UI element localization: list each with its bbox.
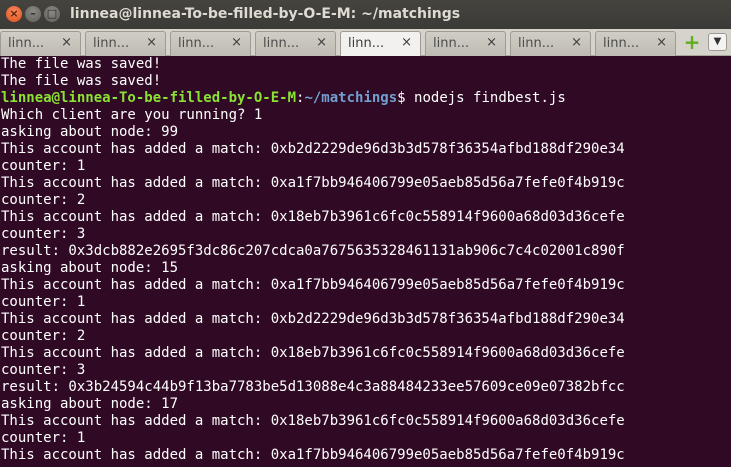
terminal-line: This account has added a match: 0xa1f7bb… xyxy=(1,277,625,293)
maximize-window-button[interactable]: □ xyxy=(44,6,60,22)
tab-label: linn... xyxy=(433,36,470,51)
tab-label: linn... xyxy=(178,36,215,51)
close-window-button[interactable]: × xyxy=(6,6,22,22)
tab-menu-button[interactable]: ▼ xyxy=(708,33,727,51)
terminal-line: counter: 1 xyxy=(1,430,86,446)
terminal-line: This account has added a match: 0xa1f7bb… xyxy=(1,447,625,463)
minimize-window-button[interactable]: – xyxy=(25,6,41,22)
window-title: linnea@linnea-To-be-filled-by-O-E-M: ~/m… xyxy=(70,6,461,22)
tab-close-icon[interactable]: × xyxy=(486,35,497,50)
tab-6[interactable]: linn... × xyxy=(425,31,506,56)
terminal-line: The file was saved! xyxy=(1,73,162,89)
terminal-command: nodejs findbest.js xyxy=(414,90,566,106)
tab-close-icon[interactable]: × xyxy=(316,35,327,50)
prompt-path: ~/matchings xyxy=(304,90,398,106)
tab-7[interactable]: linn... × xyxy=(510,31,591,56)
tab-4[interactable]: linn... × xyxy=(255,31,336,56)
tab-8[interactable]: linn... × xyxy=(595,31,676,56)
chevron-down-icon: ▼ xyxy=(713,36,722,47)
terminal-line: counter: 2 xyxy=(1,192,86,208)
tab-label: linn... xyxy=(8,36,45,51)
tab-label: linn... xyxy=(518,36,555,51)
tab-close-icon[interactable]: × xyxy=(231,35,242,50)
tab-close-icon[interactable]: × xyxy=(146,35,157,50)
terminal-line: counter: 2 xyxy=(1,328,86,344)
tab-5-active[interactable]: linn... × xyxy=(340,31,421,56)
terminal-line: This account has added a match: 0x18eb7b… xyxy=(1,413,625,429)
terminal-line: This account has added a match: 0xb2d222… xyxy=(1,141,625,157)
minimize-icon: – xyxy=(30,7,36,20)
tab-2[interactable]: linn... × xyxy=(85,31,166,56)
terminal-line: result: 0x3dcb882e2695f3dc86c207cdca0a76… xyxy=(1,243,625,259)
tab-1[interactable]: linn... × xyxy=(0,31,81,56)
prompt-symbol: $ xyxy=(397,90,415,106)
terminal-line: counter: 1 xyxy=(1,294,86,310)
prompt-user: linnea@linnea-To-be-filled-by-O-E-M xyxy=(1,90,297,106)
tab-close-icon[interactable]: × xyxy=(61,35,72,50)
tab-label: linn... xyxy=(348,36,385,51)
tab-bar: linn... × linn... × linn... × linn... × … xyxy=(0,29,731,56)
terminal-prompt-line: linnea@linnea-To-be-filled-by-O-E-M:~/ma… xyxy=(0,90,731,107)
terminal-line: This account has added a match: 0xb2d222… xyxy=(1,311,625,327)
tab-close-icon[interactable]: × xyxy=(401,35,412,50)
close-icon: × xyxy=(9,7,19,20)
tab-label: linn... xyxy=(263,36,300,51)
terminal-line: The file was saved! xyxy=(1,56,162,72)
terminal-line: counter: 3 xyxy=(1,362,86,378)
terminal-line: This account has added a match: 0x18eb7b… xyxy=(1,345,625,361)
terminal-line: asking about node: 17 xyxy=(1,396,179,412)
tab-close-icon[interactable]: × xyxy=(571,35,582,50)
tab-label: linn... xyxy=(93,36,130,51)
terminal-line: This account has added a match: 0xa1f7bb… xyxy=(1,175,625,191)
window-titlebar[interactable]: × – □ linnea@linnea-To-be-filled-by-O-E-… xyxy=(0,0,731,29)
terminal-line: asking about node: 99 xyxy=(1,124,179,140)
tab-close-icon[interactable]: × xyxy=(656,35,667,50)
terminal-line: counter: 1 xyxy=(1,158,86,174)
terminal-output[interactable]: The file was saved! The file was saved! … xyxy=(0,56,731,467)
terminal-line: result: 0x3b24594c44b9f13ba7783be5d13088… xyxy=(1,379,625,395)
maximize-icon: □ xyxy=(46,7,58,20)
terminal-line: asking about node: 15 xyxy=(1,260,179,276)
terminal-line: This account has added a match: 0x18eb7b… xyxy=(1,209,625,225)
add-tab-icon[interactable]: + xyxy=(683,32,701,52)
terminal-line: Which client are you running? 1 xyxy=(1,107,263,123)
tab-label: linn... xyxy=(603,36,640,51)
terminal-line: counter: 3 xyxy=(1,226,86,242)
tab-3[interactable]: linn... × xyxy=(170,31,251,56)
